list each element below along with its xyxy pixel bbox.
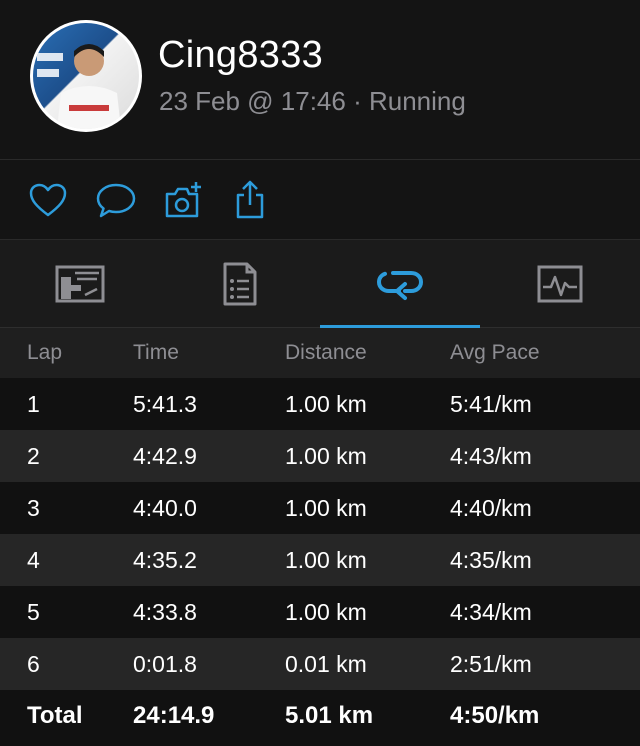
total-row: Total 24:14.9 5.01 km 4:50/km [0, 690, 640, 742]
action-bar [0, 160, 640, 240]
lap-pace: 4:40/km [423, 482, 640, 534]
tab-chart[interactable] [480, 240, 640, 328]
details-icon [223, 262, 257, 306]
avatar[interactable] [30, 20, 142, 132]
activity-header: Cing8333 23 Feb @ 17:46 · Running [0, 0, 640, 160]
like-button[interactable] [26, 178, 70, 222]
table-row: 5 4:33.8 1.00 km 4:34/km [0, 586, 640, 638]
add-photo-button[interactable] [162, 178, 206, 222]
lap-pace: 4:35/km [423, 534, 640, 586]
share-icon [236, 180, 264, 219]
table-row: 4 4:35.2 1.00 km 4:35/km [0, 534, 640, 586]
camera-add-icon [165, 182, 201, 218]
tab-laps[interactable] [320, 240, 480, 328]
laps-header-row: Lap Time Distance Avg Pace [0, 328, 640, 378]
username[interactable]: Cing8333 [158, 34, 323, 77]
lap-time: 4:33.8 [106, 586, 258, 638]
table-row: 1 5:41.3 1.00 km 5:41/km [0, 378, 640, 430]
comment-button[interactable] [94, 178, 138, 222]
lap-time: 4:40.0 [106, 482, 258, 534]
lap-pace: 4:34/km [423, 586, 640, 638]
table-row: 2 4:42.9 1.00 km 4:43/km [0, 430, 640, 482]
lap-distance: 1.00 km [258, 378, 423, 430]
chart-icon [537, 265, 583, 303]
column-header-lap: Lap [0, 328, 106, 378]
column-header-time: Time [106, 328, 258, 378]
activity-meta: 23 Feb @ 17:46 · Running [159, 86, 466, 116]
column-header-distance: Distance [258, 328, 423, 378]
table-row: 3 4:40.0 1.00 km 4:40/km [0, 482, 640, 534]
lap-distance: 1.00 km [258, 430, 423, 482]
lap-time: 0:01.8 [106, 638, 258, 690]
total-distance: 5.01 km [258, 690, 423, 742]
lap-number: 4 [0, 534, 106, 586]
tab-details[interactable] [160, 240, 320, 328]
tab-map[interactable] [0, 240, 160, 328]
lap-distance: 1.00 km [258, 534, 423, 586]
total-label: Total [0, 690, 106, 742]
lap-distance: 1.00 km [258, 586, 423, 638]
lap-time: 5:41.3 [106, 378, 258, 430]
lap-time: 4:42.9 [106, 430, 258, 482]
lap-pace: 4:43/km [423, 430, 640, 482]
lap-distance: 1.00 km [258, 482, 423, 534]
lap-number: 3 [0, 482, 106, 534]
laps-icon [376, 270, 424, 300]
lap-number: 2 [0, 430, 106, 482]
share-button[interactable] [228, 178, 272, 222]
lap-distance: 0.01 km [258, 638, 423, 690]
column-header-avg-pace: Avg Pace [423, 328, 640, 378]
lap-number: 6 [0, 638, 106, 690]
lap-pace: 5:41/km [423, 378, 640, 430]
avatar-photo [33, 23, 139, 129]
lap-pace: 2:51/km [423, 638, 640, 690]
map-icon [55, 265, 105, 303]
total-pace: 4:50/km [423, 690, 640, 742]
total-time: 24:14.9 [106, 690, 258, 742]
lap-number: 5 [0, 586, 106, 638]
lap-time: 4:35.2 [106, 534, 258, 586]
comment-icon [96, 183, 136, 218]
heart-icon [29, 183, 67, 217]
activity-tabs [0, 240, 640, 328]
table-row: 6 0:01.8 0.01 km 2:51/km [0, 638, 640, 690]
laps-table: Lap Time Distance Avg Pace 1 5:41.3 1.00… [0, 328, 640, 742]
lap-number: 1 [0, 378, 106, 430]
